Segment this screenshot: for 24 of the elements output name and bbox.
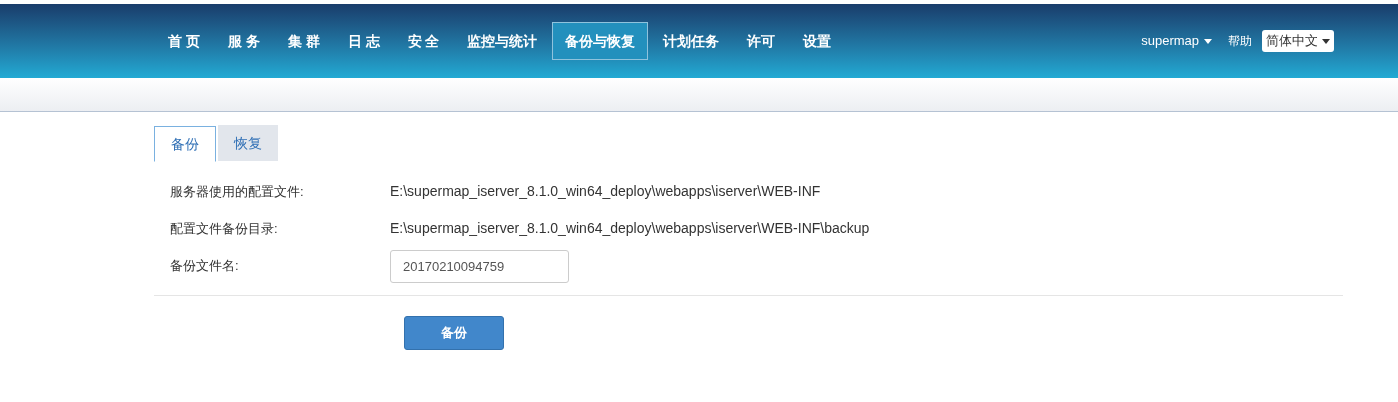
nav-tab[interactable]: 服 务 bbox=[214, 22, 273, 60]
tab[interactable]: 备份 bbox=[154, 126, 216, 162]
help-link[interactable]: 帮助 bbox=[1228, 32, 1252, 50]
nav-tab[interactable]: 日 志 bbox=[334, 22, 393, 60]
path-value: E:\supermap_iserver_8.1.0_win64_deploy\webapps\iserver\WEB-INF\backup bbox=[390, 219, 870, 238]
nav-tab[interactable]: 集 群 bbox=[274, 22, 333, 60]
user-menu[interactable]: supermap bbox=[1141, 31, 1212, 51]
nav-tab[interactable]: 许可 bbox=[734, 22, 789, 60]
backup-button[interactable]: 备份 bbox=[404, 316, 504, 350]
nav-tab[interactable]: 备份与恢复 bbox=[552, 22, 649, 60]
language-select[interactable]: 简体中文 bbox=[1262, 30, 1334, 52]
caret-icon bbox=[1204, 38, 1212, 44]
field-label: 配置文件备份目录: bbox=[170, 220, 279, 238]
file-name-input[interactable]: 20170210094759 bbox=[390, 250, 569, 283]
nav-tab[interactable]: 计划任务 bbox=[650, 22, 733, 60]
caret-icon bbox=[1322, 38, 1330, 44]
nav-tab[interactable]: 监控与统计 bbox=[454, 22, 551, 60]
path-value: E:\supermap_iserver_8.1.0_win64_deploy\webapps\iserver\WEB-INF bbox=[390, 182, 821, 201]
tab[interactable]: 恢复 bbox=[218, 125, 278, 161]
field-label: 备份文件名: bbox=[170, 257, 240, 275]
field-label: 服务器使用的配置文件: bbox=[170, 183, 305, 201]
nav-tab[interactable]: 设置 bbox=[790, 22, 845, 60]
nav-tab[interactable]: 首 页 bbox=[155, 22, 213, 60]
nav-tab[interactable]: 安 全 bbox=[394, 22, 453, 60]
